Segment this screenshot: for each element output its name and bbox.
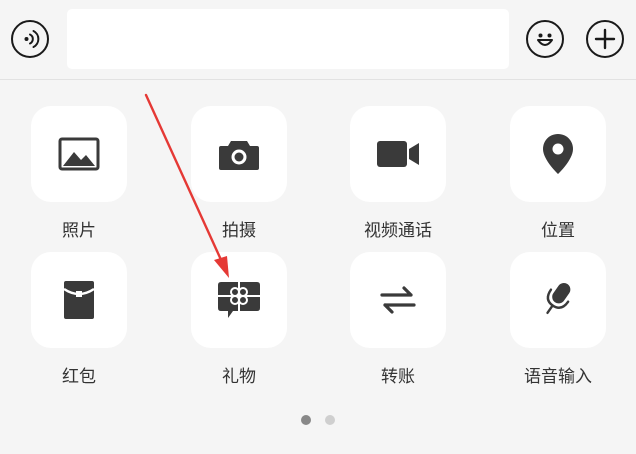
voice-input-tile[interactable]: 语音输入 (510, 252, 606, 387)
photo-tile-box[interactable] (31, 106, 127, 202)
location-label: 位置 (541, 221, 575, 241)
page-dot-active[interactable] (301, 415, 311, 425)
gift-tile-box[interactable] (191, 252, 287, 348)
page-indicator (0, 414, 636, 426)
photo-label: 照片 (62, 221, 96, 241)
voice-input-button[interactable] (11, 20, 49, 58)
voice-input-icon (24, 30, 40, 48)
red-packet-label: 红包 (62, 367, 96, 387)
video-call-tile[interactable]: 视频通话 (350, 106, 446, 241)
image-icon (58, 137, 100, 171)
emoji-icon (537, 33, 553, 46)
location-tile[interactable]: 位置 (510, 106, 606, 241)
camera-tile[interactable]: 拍摄 (191, 106, 287, 241)
camera-tile-box[interactable] (191, 106, 287, 202)
transfer-tile[interactable]: 转账 (350, 252, 446, 387)
red-packet-icon (63, 281, 95, 319)
transfer-tile-box[interactable] (350, 252, 446, 348)
microphone-icon (546, 283, 571, 315)
function-panel: 照片 拍摄 视频通话 位置 红包 礼物 转账 语音输入 (0, 81, 636, 454)
red-packet-tile-box[interactable] (31, 252, 127, 348)
camera-icon (219, 141, 259, 170)
gift-label: 礼物 (222, 367, 256, 387)
photo-tile[interactable]: 照片 (31, 106, 127, 241)
transfer-icon (380, 286, 416, 314)
camera-label: 拍摄 (222, 221, 256, 241)
red-packet-tile[interactable]: 红包 (31, 252, 127, 387)
transfer-label: 转账 (381, 367, 415, 387)
plus-icon (594, 28, 616, 50)
voice-input-tile-box[interactable] (510, 252, 606, 348)
gift-icon (218, 282, 260, 318)
page-dot-inactive[interactable] (325, 415, 335, 425)
gift-tile[interactable]: 礼物 (191, 252, 287, 387)
video-call-label: 视频通话 (364, 221, 432, 241)
emoji-button[interactable] (526, 20, 564, 58)
message-text-input[interactable] (67, 9, 509, 69)
more-functions-button[interactable] (586, 20, 624, 58)
video-call-icon (377, 141, 419, 167)
chat-input-bar (0, 0, 636, 80)
location-pin-icon (543, 134, 573, 174)
video-call-tile-box[interactable] (350, 106, 446, 202)
location-tile-box[interactable] (510, 106, 606, 202)
voice-input-label: 语音输入 (524, 367, 592, 387)
